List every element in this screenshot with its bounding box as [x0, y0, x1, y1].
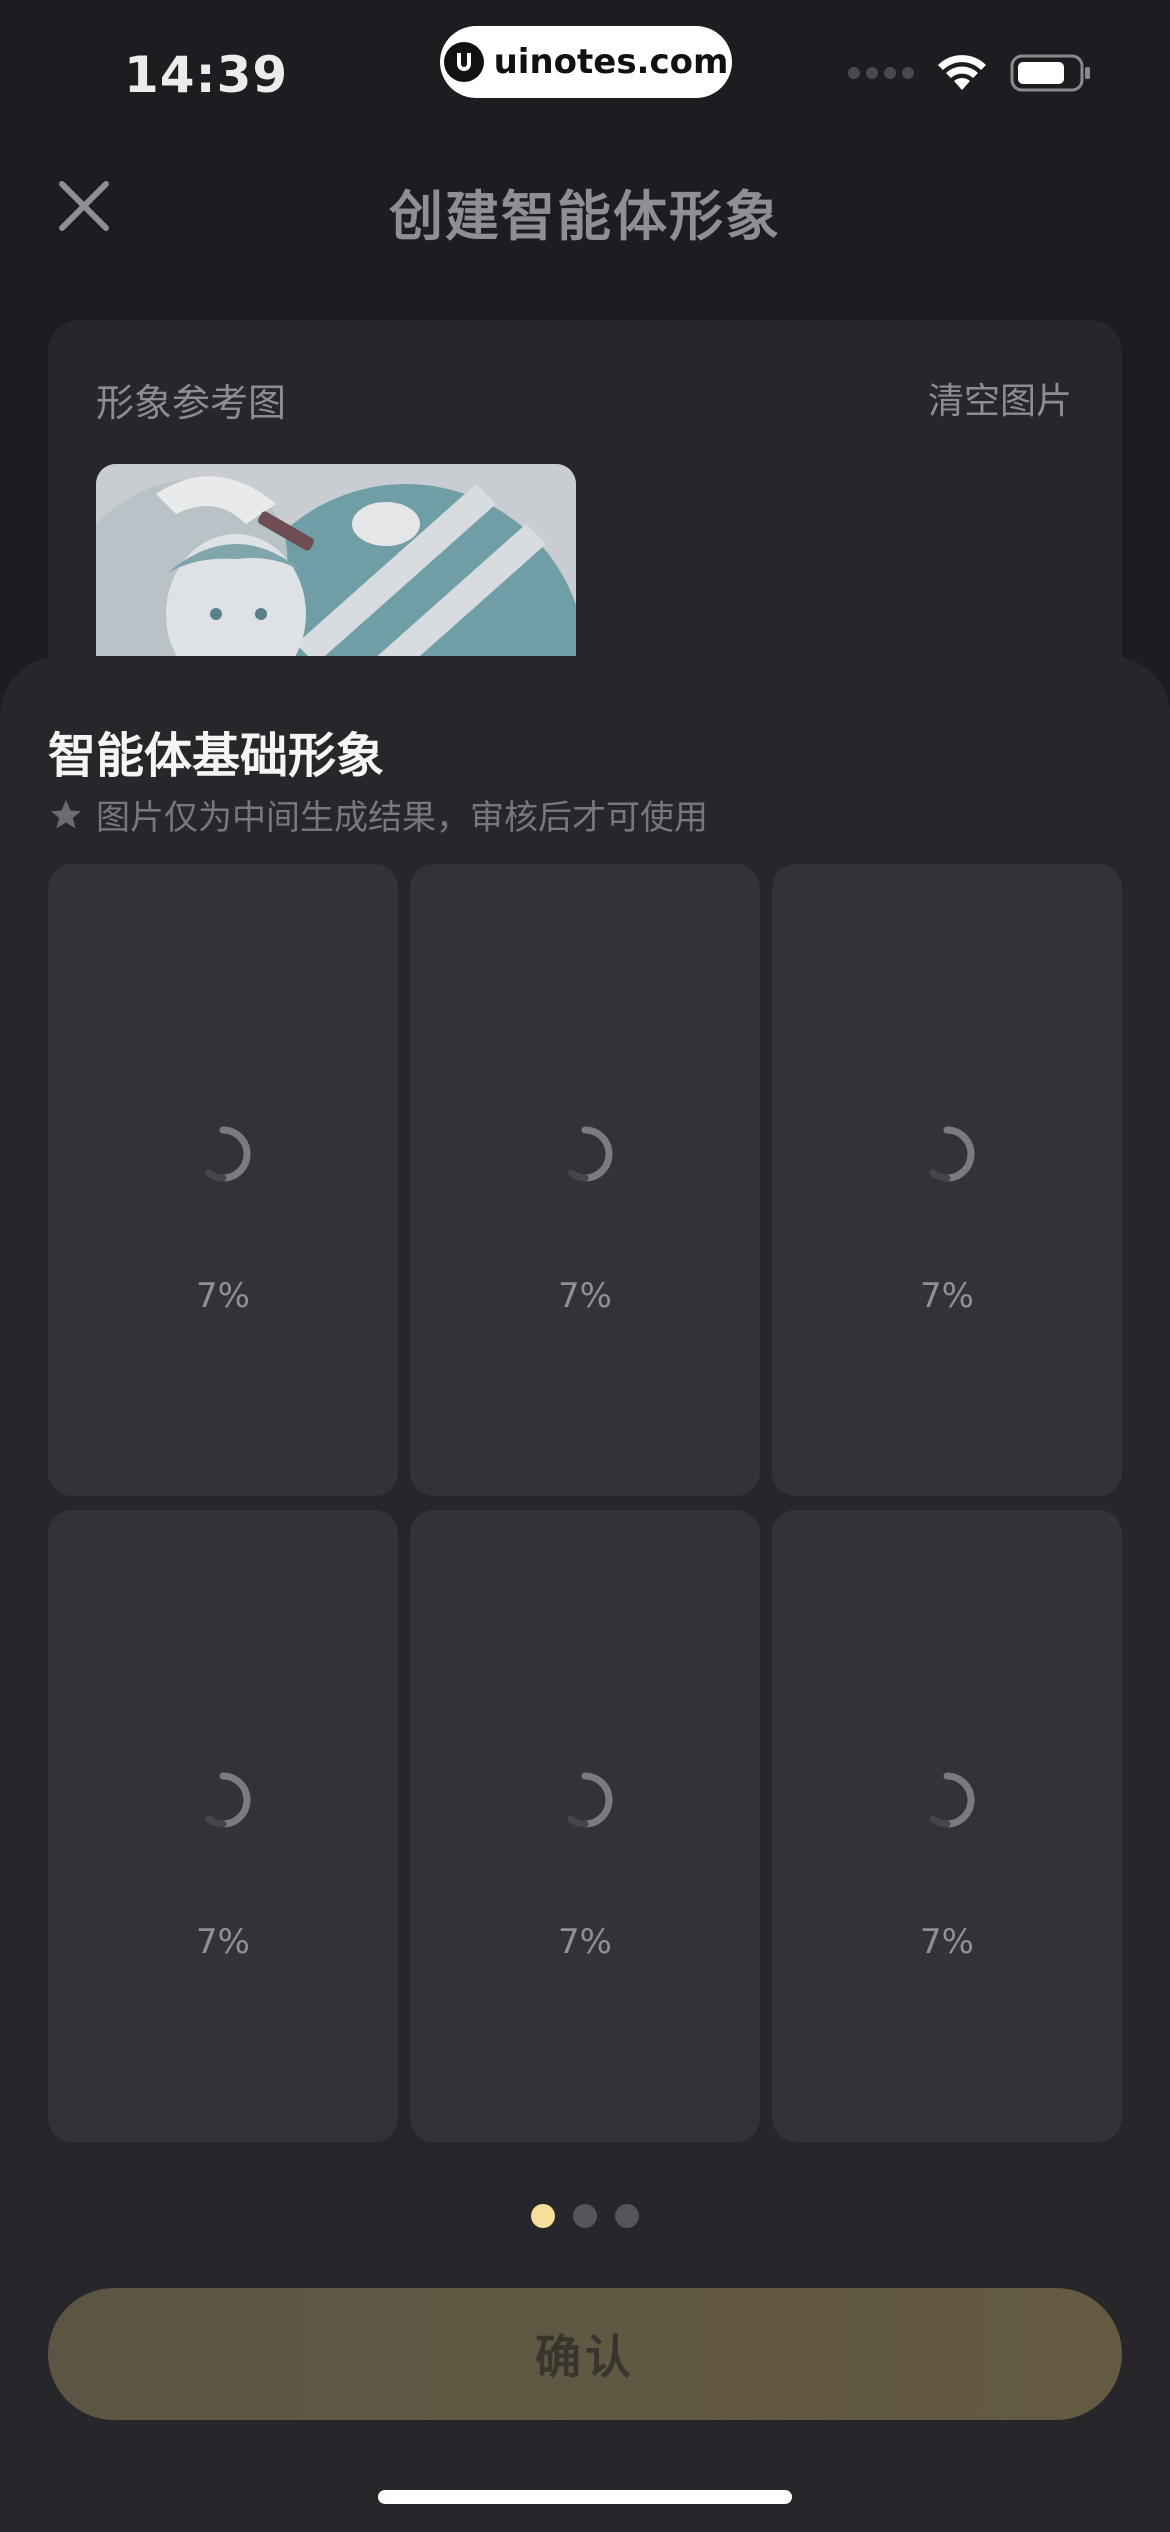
progress-text: 7%	[196, 1276, 250, 1316]
image-tile[interactable]: 7%	[48, 1510, 398, 2142]
screen: 14:39 uinotes.com 创建智能体形象 形象参考图 清空图片 智能体…	[0, 0, 1170, 2532]
image-grid: 7% 7% 7% 7% 7% 7%	[48, 864, 1122, 2142]
status-time: 14:39	[124, 46, 289, 104]
progress-text: 7%	[196, 1922, 250, 1962]
image-tile[interactable]: 7%	[772, 864, 1122, 1496]
progress-text: 7%	[920, 1922, 974, 1962]
progress-text: 7%	[558, 1922, 612, 1962]
watermark-badge: uinotes.com	[440, 26, 732, 98]
status-icons	[848, 54, 1092, 92]
page-dot[interactable]	[615, 2204, 639, 2228]
sheet-subtitle: 图片仅为中间生成结果，审核后才可使用	[48, 790, 708, 839]
page-indicator	[0, 2204, 1170, 2228]
loading-spinner-icon	[567, 1126, 613, 1182]
confirm-button[interactable]: 确认	[48, 2288, 1122, 2420]
home-indicator	[378, 2490, 792, 2504]
sheet-title: 智能体基础形象	[48, 728, 385, 784]
page-title: 创建智能体形象	[389, 185, 781, 248]
loading-spinner-icon	[929, 1772, 975, 1828]
image-tile[interactable]: 7%	[410, 864, 760, 1496]
progress-text: 7%	[558, 1276, 612, 1316]
loading-spinner-icon	[205, 1126, 251, 1182]
image-tile[interactable]: 7%	[48, 864, 398, 1496]
wifi-icon	[938, 55, 986, 90]
loading-spinner-icon	[205, 1772, 251, 1828]
reference-label: 形象参考图	[96, 381, 287, 425]
image-tile[interactable]: 7%	[410, 1510, 760, 2142]
watermark-text: uinotes.com	[493, 42, 729, 82]
signal-icon	[848, 67, 914, 79]
page-dot[interactable]	[573, 2204, 597, 2228]
sheet-subtitle-text: 图片仅为中间生成结果，审核后才可使用	[96, 798, 708, 838]
watermark-logo-icon	[443, 42, 484, 82]
loading-spinner-icon	[929, 1126, 975, 1182]
page-dot-active[interactable]	[531, 2204, 555, 2228]
progress-text: 7%	[920, 1276, 974, 1316]
loading-spinner-icon	[567, 1772, 613, 1828]
image-tile[interactable]: 7%	[772, 1510, 1122, 2142]
battery-icon	[1010, 54, 1090, 92]
clear-images-button[interactable]: 清空图片	[928, 372, 1072, 424]
generation-sheet: 智能体基础形象 图片仅为中间生成结果，审核后才可使用 7% 7% 7% 7% 7…	[0, 656, 1170, 2532]
star-icon	[51, 799, 81, 828]
